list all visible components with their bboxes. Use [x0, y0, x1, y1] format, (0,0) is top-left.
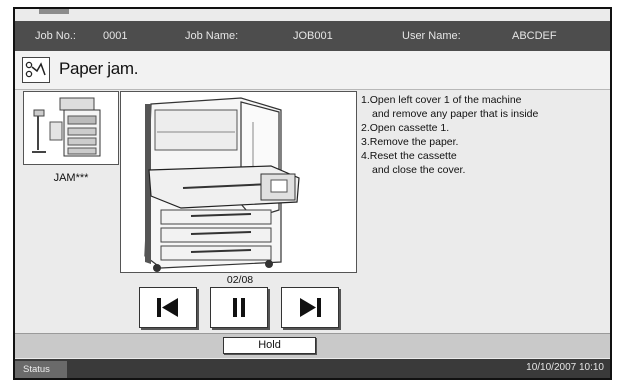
job-name-label: Job Name:: [185, 30, 239, 42]
status-bar: Status 10/10/2007 10:10: [15, 359, 610, 378]
instruction-line: and close the cover.: [372, 164, 466, 176]
thumbnail-label: JAM***: [53, 172, 89, 184]
jam-instructions: 1.Open left cover 1 of the machine and r…: [361, 93, 606, 177]
instruction-line: 3.Remove the paper.: [361, 136, 459, 148]
instruction-line: 1.Open left cover 1 of the machine: [361, 94, 522, 106]
page-title: Paper jam.: [59, 59, 139, 78]
job-no-value: 0001: [103, 30, 128, 42]
instruction-line: 2.Open cassette 1.: [361, 122, 450, 134]
job-info-header: Job No.: 0001 Job Name: JOB001 User Name…: [15, 21, 610, 51]
title-bar: Paper jam.: [15, 51, 610, 90]
pause-button[interactable]: [210, 287, 268, 328]
screen-frame: Job No.: 0001 Job Name: JOB001 User Name…: [13, 7, 612, 380]
jam-illustration: [120, 91, 357, 273]
user-name-label: User Name:: [402, 30, 461, 42]
action-bar: Hold: [15, 333, 610, 358]
previous-step-button[interactable]: [139, 287, 197, 328]
hold-button[interactable]: Hold: [223, 337, 316, 354]
job-name-value: JOB001: [293, 30, 333, 42]
date-time: 10/10/2007 10:10: [526, 362, 604, 373]
machine-thumbnail[interactable]: [23, 91, 119, 165]
instruction-line: and remove any paper that is inside: [372, 108, 539, 120]
page-indicator: 02/08: [226, 274, 254, 286]
skip-forward-icon: [300, 298, 321, 317]
next-step-button[interactable]: [281, 287, 339, 328]
header-tab-nub: [39, 9, 69, 14]
pause-icon: [233, 298, 245, 317]
instruction-line: 4.Reset the cassette: [361, 150, 457, 162]
skip-back-icon: [157, 298, 178, 317]
paper-jam-icon: [22, 57, 50, 83]
job-no-label: Job No.:: [35, 30, 76, 42]
status-button[interactable]: Status: [15, 361, 67, 378]
user-name-value: ABCDEF: [512, 30, 557, 42]
